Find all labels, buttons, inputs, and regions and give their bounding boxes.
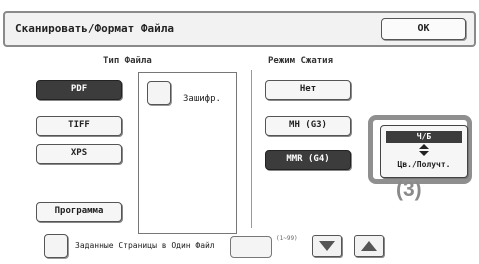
compression-mmr-g4-button[interactable]: MMR (G4) xyxy=(265,150,351,170)
color-mode-color-label: Цв./Получт. xyxy=(397,160,451,169)
file-type-label: Тип Файла xyxy=(103,56,152,66)
increase-button[interactable] xyxy=(354,235,384,257)
header-bar: Сканировать/Формат Файла OK xyxy=(3,11,476,47)
encrypt-panel: Зашифр. xyxy=(138,72,237,234)
color-mode-toggle[interactable]: Ч/Б Цв./Получт. xyxy=(380,125,468,178)
file-type-xps-button[interactable]: XPS xyxy=(36,144,122,164)
file-type-pdf-button[interactable]: PDF xyxy=(36,80,122,100)
file-type-tiff-button[interactable]: TIFF xyxy=(36,116,122,136)
decrease-button[interactable] xyxy=(312,235,342,257)
compression-mode-label: Режим Сжатия xyxy=(268,56,334,66)
pages-per-file-checkbox[interactable] xyxy=(44,234,68,258)
triangle-down-icon xyxy=(319,241,335,251)
program-button[interactable]: Программа xyxy=(36,202,122,222)
compression-mh-g3-button[interactable]: MH (G3) xyxy=(265,116,351,136)
triangle-up-icon xyxy=(361,241,377,251)
range-hint: (1~99) xyxy=(276,235,298,242)
compression-none-button[interactable]: Нет xyxy=(265,80,351,100)
page-title: Сканировать/Формат Файла xyxy=(15,22,174,35)
scan-file-format-screen: Сканировать/Формат Файла OK Тип Файла PD… xyxy=(0,0,479,264)
pages-per-file-label: Заданные Страницы в Один Файл xyxy=(75,241,215,250)
ok-button[interactable]: OK xyxy=(381,18,466,40)
encrypt-checkbox[interactable] xyxy=(147,81,171,105)
section-divider xyxy=(251,70,252,228)
step-callout: (3) xyxy=(396,178,422,201)
up-down-arrows-icon xyxy=(419,144,429,156)
encrypt-label: Зашифр. xyxy=(183,94,221,104)
pages-per-file-input[interactable] xyxy=(230,236,272,258)
color-mode-bw-label: Ч/Б xyxy=(386,131,462,143)
